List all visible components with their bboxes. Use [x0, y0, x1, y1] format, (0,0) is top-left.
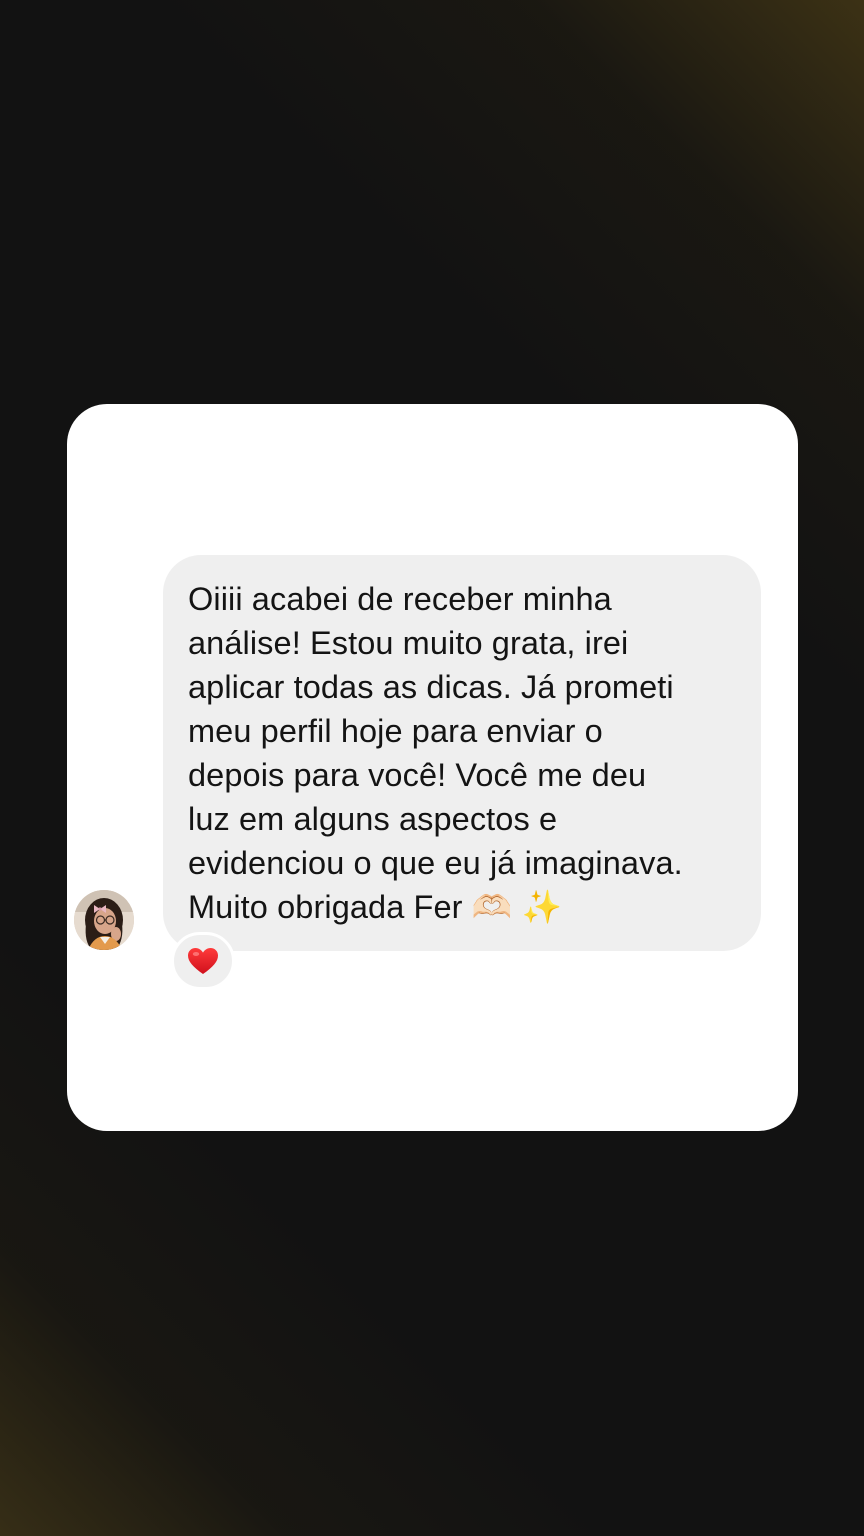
screenshot-card: Oiiii acabei de receber minha análise! E…: [67, 404, 798, 1131]
message-line: evidenciou o que eu já imaginava.: [188, 845, 683, 881]
heart-icon: [187, 947, 219, 975]
message-line: aplicar todas as dicas. Já prometi: [188, 669, 674, 705]
avatar[interactable]: [74, 890, 134, 950]
message-text: Oiiii acabei de receber minha análise! E…: [188, 577, 741, 929]
heart-hands-emoji: 🫶🏻: [471, 888, 513, 926]
message-bubble[interactable]: Oiiii acabei de receber minha análise! E…: [163, 555, 761, 951]
heart-reaction[interactable]: [171, 932, 235, 990]
sparkles-emoji: ✨: [521, 888, 563, 926]
message-line: análise! Estou muito grata, irei: [188, 625, 629, 661]
avatar-photo-icon: [74, 890, 134, 950]
message-line: meu perfil hoje para enviar o: [188, 713, 603, 749]
message-line: depois para você! Você me deu: [188, 757, 647, 793]
message-line: Muito obrigada Fer: [188, 889, 463, 925]
message-line: Oiiii acabei de receber minha: [188, 581, 612, 617]
message-line: luz em alguns aspectos e: [188, 801, 558, 837]
